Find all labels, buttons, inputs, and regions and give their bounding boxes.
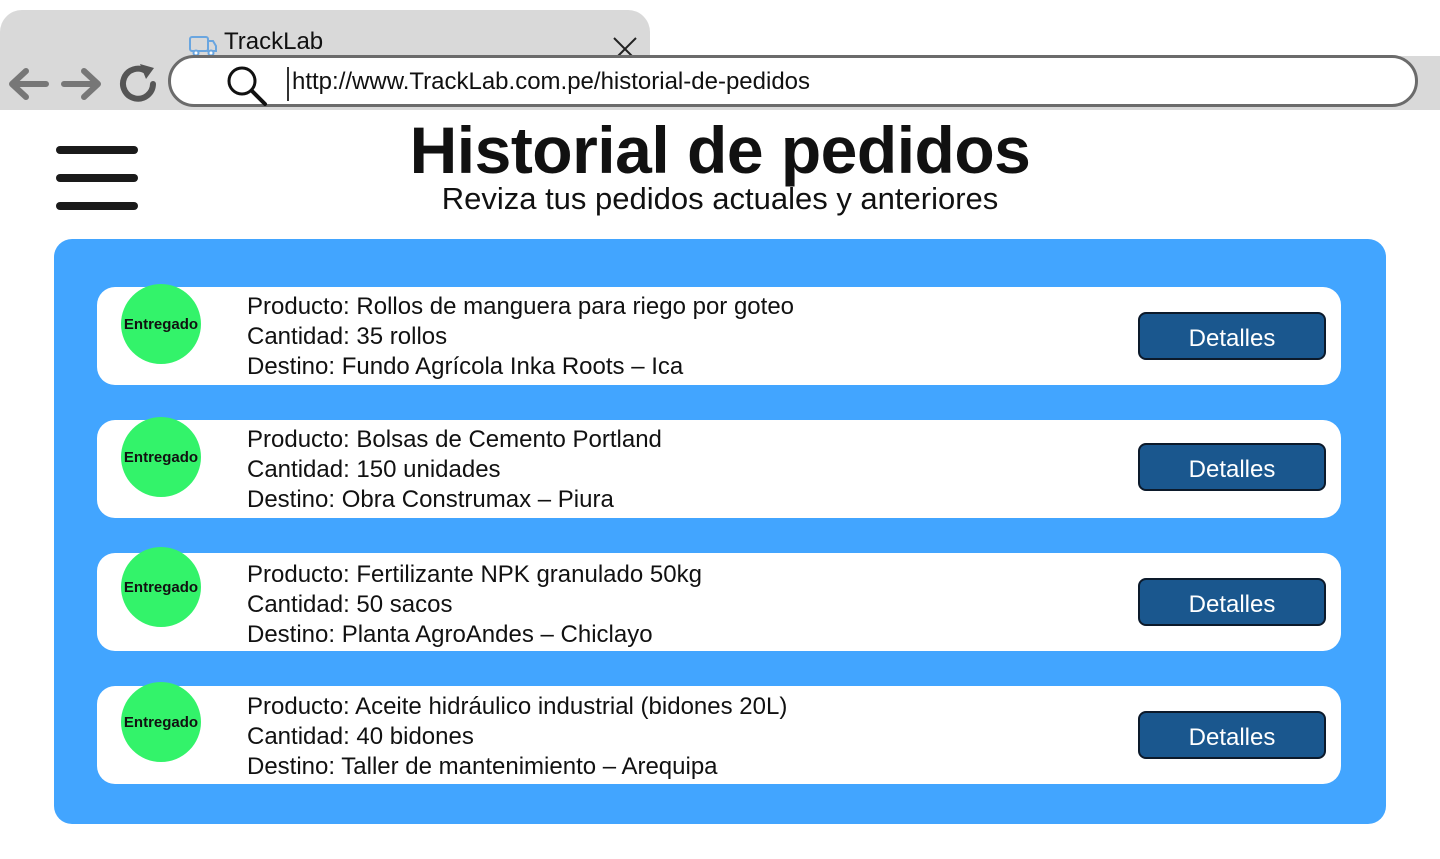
order-quantity: Cantidad: 40 bidones [247,723,474,750]
status-badge: Entregado [121,682,201,762]
order-quantity: Cantidad: 150 unidades [247,456,501,483]
order-quantity: Cantidad: 50 sacos [247,591,453,618]
order-destination: Destino: Fundo Agrícola Inka Roots – Ica [247,353,684,380]
text-cursor [287,67,289,101]
order-info: Producto: Bolsas de Cemento Portland Can… [247,425,662,515]
order-info: Producto: Rollos de manguera para riego … [247,292,794,382]
order-card: Entregado Producto: Bolsas de Cemento Po… [97,417,1341,518]
order-info: Producto: Aceite hidráulico industrial (… [247,692,787,782]
status-badge: Entregado [121,547,201,627]
url-text[interactable]: http://www.TrackLab.com.pe/historial-de-… [292,68,810,96]
details-button[interactable]: Detalles [1138,578,1326,626]
order-info: Producto: Fertilizante NPK granulado 50k… [247,560,702,650]
reload-icon[interactable] [116,62,160,106]
order-product: Producto: Bolsas de Cemento Portland [247,426,662,453]
order-card: Entregado Producto: Aceite hidráulico in… [97,682,1341,784]
details-button[interactable]: Detalles [1138,443,1326,491]
address-bar[interactable]: http://www.TrackLab.com.pe/historial-de-… [168,55,1418,107]
order-product: Producto: Rollos de manguera para riego … [247,293,795,320]
tab-title: TrackLab [224,28,324,55]
page-title: Historial de pedidos [409,113,1031,187]
orders-panel: Entregado Producto: Rollos de manguera p… [54,239,1386,824]
order-product: Producto: Aceite hidráulico industrial (… [247,693,788,720]
page-subtitle: Reviza tus pedidos actuales y anteriores [441,181,999,216]
status-badge: Entregado [121,284,201,364]
status-badge: Entregado [121,417,201,497]
forward-arrow-icon[interactable] [60,62,104,106]
order-card: Entregado Producto: Fertilizante NPK gra… [97,547,1341,651]
order-product: Producto: Fertilizante NPK granulado 50k… [247,561,702,588]
order-card: Entregado Producto: Rollos de manguera p… [97,284,1341,385]
order-destination: Destino: Taller de mantenimiento – Arequ… [247,753,718,780]
details-button[interactable]: Detalles [1138,711,1326,759]
details-button[interactable]: Detalles [1138,312,1326,360]
search-icon [227,66,267,106]
back-arrow-icon[interactable] [6,62,50,106]
order-destination: Destino: Planta AgroAndes – Chiclayo [247,621,653,648]
order-quantity: Cantidad: 35 rollos [247,323,448,350]
order-destination: Destino: Obra Construmax – Piura [247,486,614,513]
